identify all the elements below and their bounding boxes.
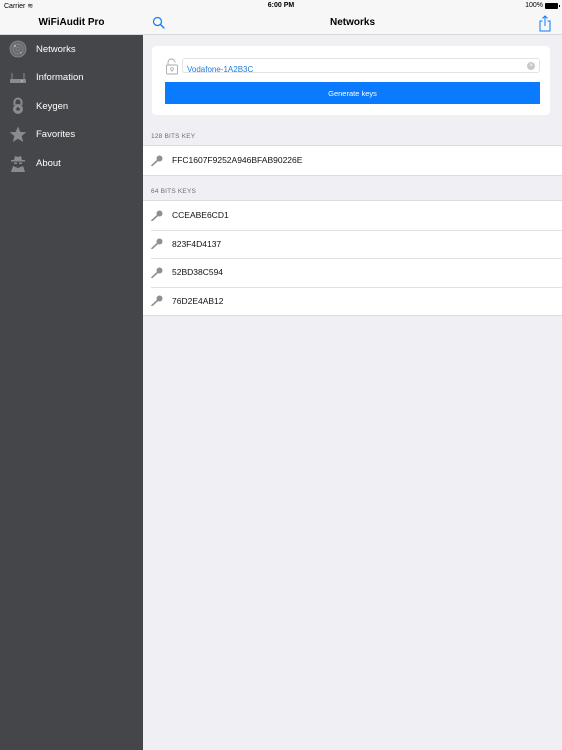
key-list-64: CCEABE6CD1 823F4D4137 52BD38C594 76D2E4A… [143,200,562,316]
key-value: 823F4D4137 [172,238,222,249]
status-bar: Carrier ≋ 6:00 PM 100% [0,0,562,12]
battery-icon [545,2,560,9]
star-icon [9,126,27,143]
spy-icon [11,156,25,173]
sidebar-item-label: Information [36,72,84,84]
status-time: 6:00 PM [267,2,295,9]
ssid-form-card: × Generate keys [152,46,550,115]
key-icon [151,155,163,166]
sidebar-item-keygen[interactable]: Keygen [0,92,143,121]
sidebar-item-networks[interactable]: Networks [0,35,143,64]
key-row[interactable]: CCEABE6CD1 [143,201,562,230]
sidebar-item-favorites[interactable]: Favorites [0,121,143,150]
ssid-input[interactable] [183,63,539,76]
ssid-input-field[interactable]: × [182,58,540,76]
section-header-128: 128 BITS KEY [151,133,196,140]
clear-text-button[interactable]: × [527,62,535,70]
key-row[interactable]: 76D2E4AB12 [143,286,562,316]
generate-keys-button[interactable]: Generate keys [165,82,540,104]
share-icon [539,15,551,32]
key-row[interactable]: 52BD38C594 [143,258,562,287]
section-header-64: 64 BITS KEYS [151,188,197,195]
battery-percent: 100% [525,2,543,9]
key-icon [151,238,163,250]
sidebar-item-label: About [36,157,61,169]
battery-indicator: 100% [525,2,560,9]
sidebar: Networks Information Keygen Favorites Ab… [0,35,143,750]
unlocked-padlock-icon [166,58,178,75]
key-value: 52BD38C594 [172,267,224,278]
sidebar-item-information[interactable]: Information [0,64,143,93]
key-value: 76D2E4AB12 [172,295,224,306]
key-icon [151,295,163,307]
app-title: WiFiAudit Pro [38,17,105,28]
key-row[interactable]: 823F4D4137 [143,229,562,259]
padlock-icon [13,97,23,115]
key-icon [151,267,163,278]
clear-icon: × [529,63,533,69]
sidebar-item-label: Networks [36,43,76,55]
router-icon [10,72,26,83]
sidebar-item-about[interactable]: About [0,149,143,178]
radar-icon [9,40,27,58]
page-title: Networks [329,17,375,28]
key-icon [151,210,163,221]
key-list-128: FFC1607F9252A946BFAB90226E [143,145,562,176]
key-value: CCEABE6CD1 [172,210,229,221]
navigation-bar: WiFiAudit Pro Networks [0,12,562,35]
sidebar-item-label: Favorites [36,129,76,141]
share-button[interactable] [538,15,552,32]
sidebar-item-label: Keygen [36,100,69,112]
main-content: × Generate keys 128 BITS KEY FFC1607F925… [143,36,562,750]
key-row[interactable]: FFC1607F9252A946BFAB90226E [143,146,562,175]
key-value: FFC1607F9252A946BFAB90226E [172,155,303,166]
